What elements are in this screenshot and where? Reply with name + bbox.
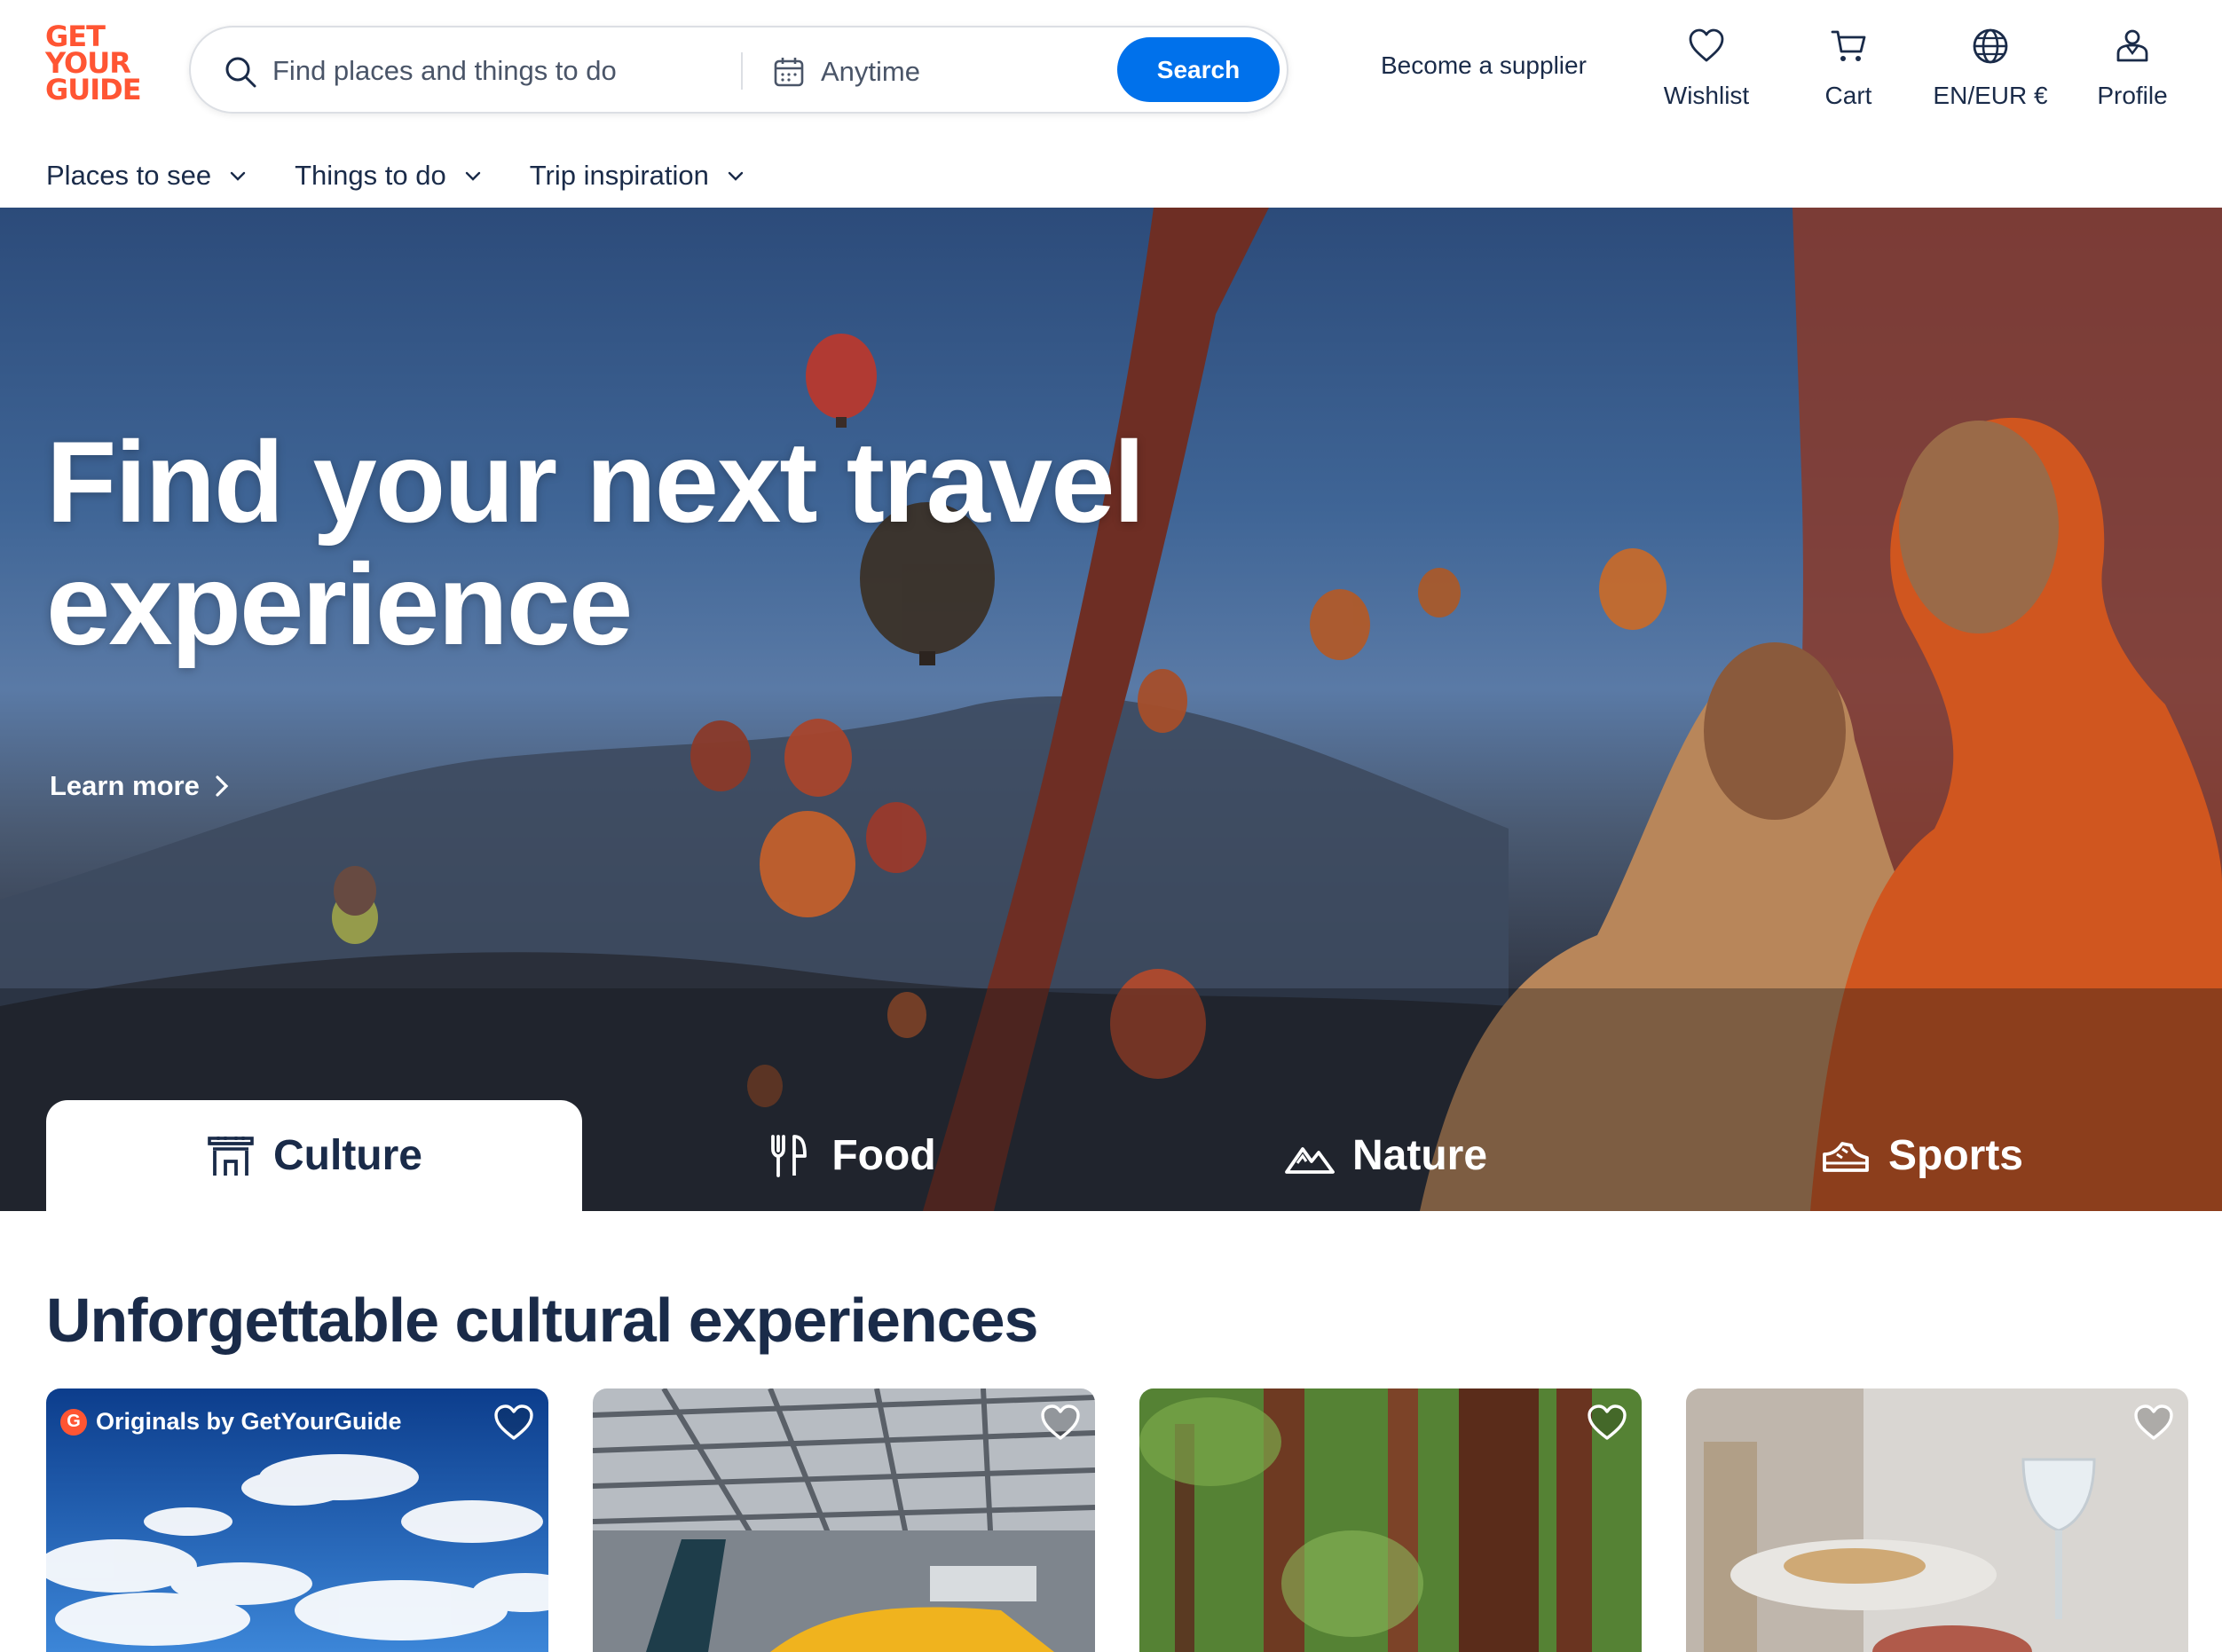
calendar-icon (774, 58, 804, 87)
site-header: GET YOUR GUIDE Anytime Search (0, 0, 2222, 208)
hero-title: Find your next travel experience (46, 417, 1146, 669)
g-badge-icon: G (60, 1408, 87, 1436)
getyourguide-logo[interactable]: GET YOUR GUIDE (45, 22, 148, 106)
search-input[interactable] (272, 45, 734, 97)
chevron-right-icon (216, 775, 229, 797)
become-supplier-link[interactable]: Become a supplier (1381, 51, 1587, 80)
tab-nature-label: Nature (1351, 1132, 1488, 1179)
experience-cards: G Originals by GetYourGuide (46, 1388, 2194, 1652)
nav-places-to-see-label: Places to see (46, 160, 212, 191)
cart-icon (1831, 30, 1866, 61)
card-image-restaurant (1686, 1388, 2188, 1652)
language-currency-button[interactable]: EN/EUR € (1924, 27, 2057, 115)
learn-more-link[interactable]: Learn more (50, 770, 232, 802)
hero-banner: Find your next travel experience Learn m… (0, 208, 2222, 1211)
food-icon (771, 1134, 808, 1177)
tab-food-label: Food (831, 1132, 936, 1179)
wishlist-heart-icon[interactable] (492, 1401, 536, 1445)
card-image-hangar (593, 1388, 1095, 1652)
date-label: Anytime (821, 56, 920, 87)
tab-culture[interactable]: Culture (46, 1100, 582, 1211)
category-tabs: Culture Food Nature Sports (46, 1100, 2176, 1211)
globe-icon (1973, 28, 2008, 64)
section-title: Unforgettable cultural experiences (46, 1286, 1038, 1355)
experience-card[interactable] (593, 1388, 1095, 1652)
tab-food[interactable]: Food (582, 1100, 1118, 1211)
originals-badge-label: Originals by GetYourGuide (96, 1408, 402, 1435)
nav-trip-inspiration-label: Trip inspiration (529, 160, 709, 191)
nav-things-to-do[interactable]: Things to do (295, 158, 484, 193)
experience-card[interactable]: G Originals by GetYourGuide (46, 1388, 548, 1652)
chevron-down-icon (230, 171, 246, 181)
learn-more-label: Learn more (50, 770, 200, 801)
profile-button[interactable]: Profile (2066, 27, 2199, 115)
nav-things-to-do-label: Things to do (295, 160, 446, 191)
search-bar: Anytime Search (189, 26, 1288, 114)
wishlist-heart-icon[interactable] (1038, 1401, 1083, 1445)
card-image-redwoods (1139, 1388, 1642, 1652)
nav-trip-inspiration[interactable]: Trip inspiration (530, 158, 746, 193)
language-currency-label: EN/EUR € (1933, 82, 2048, 109)
wishlist-heart-icon[interactable] (2131, 1401, 2176, 1445)
hero-image (0, 208, 2222, 1211)
tab-sports-label: Sports (1887, 1132, 2023, 1179)
tab-sports[interactable]: Sports (1654, 1100, 2190, 1211)
wishlist-button[interactable]: Wishlist (1640, 27, 1773, 115)
search-icon (225, 57, 256, 88)
chevron-down-icon (465, 171, 480, 181)
heart-icon (1689, 28, 1724, 62)
nav-places-to-see[interactable]: Places to see (46, 158, 248, 193)
profile-label: Profile (2097, 82, 2168, 109)
cart-label: Cart (1824, 82, 1872, 109)
nature-icon (1285, 1146, 1335, 1174)
search-button[interactable]: Search (1117, 37, 1280, 102)
culture-icon (208, 1136, 254, 1176)
wishlist-label: Wishlist (1663, 82, 1750, 109)
secondary-nav: Places to see Things to do Trip inspirat… (46, 158, 746, 193)
tab-nature[interactable]: Nature (1118, 1100, 1654, 1211)
wishlist-heart-icon[interactable] (1585, 1401, 1629, 1445)
profile-icon (2116, 29, 2148, 62)
chevron-down-icon (728, 171, 744, 181)
tab-culture-label: Culture (273, 1132, 422, 1179)
sports-icon (1823, 1141, 1869, 1172)
experience-card[interactable] (1139, 1388, 1642, 1652)
cart-button[interactable]: Cart (1782, 27, 1915, 115)
experience-card[interactable] (1686, 1388, 2188, 1652)
originals-badge: G Originals by GetYourGuide (60, 1408, 402, 1436)
logo-line-3: GUIDE (45, 73, 142, 106)
search-divider (741, 52, 743, 90)
